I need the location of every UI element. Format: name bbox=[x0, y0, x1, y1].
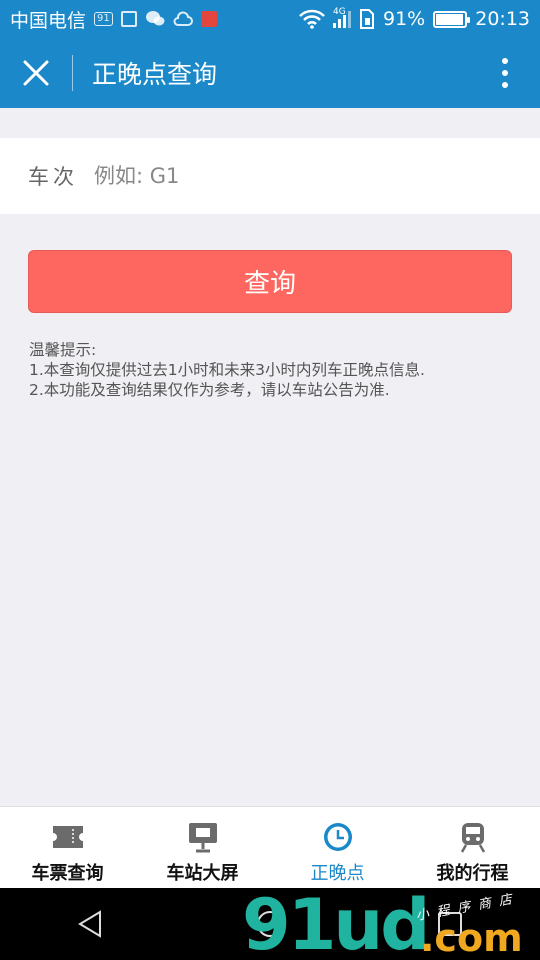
wifi-icon bbox=[299, 9, 325, 29]
query-button[interactable]: 查询 bbox=[28, 250, 512, 313]
tab-label: 车站大屏 bbox=[166, 863, 239, 884]
train-number-input[interactable] bbox=[94, 164, 540, 188]
train-icon bbox=[460, 823, 485, 853]
tab-station-screen[interactable]: 车站大屏 bbox=[135, 807, 270, 888]
back-button[interactable] bbox=[60, 894, 120, 954]
recents-button[interactable] bbox=[420, 894, 480, 954]
tab-on-time[interactable]: 正晚点 bbox=[270, 807, 405, 888]
cloud-icon bbox=[173, 11, 193, 26]
battery-percent: 91% bbox=[383, 8, 426, 30]
back-triangle-icon bbox=[78, 910, 101, 938]
ticket-icon bbox=[52, 826, 83, 848]
network-type: 4G bbox=[333, 7, 346, 17]
tab-label: 车票查询 bbox=[31, 863, 104, 884]
wechat-icon bbox=[145, 11, 165, 26]
tips-line: 1.本查询仅提供过去1小时和未来3小时内列车正晚点信息. bbox=[29, 361, 425, 379]
more-button[interactable] bbox=[470, 38, 540, 108]
monitor-icon bbox=[188, 823, 217, 853]
train-number-label: 车次 bbox=[28, 165, 78, 189]
more-vertical-icon bbox=[502, 58, 508, 88]
tab-my-trips[interactable]: 我的行程 bbox=[405, 807, 540, 888]
battery-icon bbox=[433, 10, 471, 28]
status-bar: 中国电信 91 4G 91% 20:13 bbox=[0, 0, 540, 38]
tab-label: 正晚点 bbox=[310, 863, 365, 884]
tips-line: 2.本功能及查询结果仅作为参考，请以车站公告为准. bbox=[29, 381, 390, 399]
train-number-row: 车次 bbox=[0, 138, 540, 214]
app-notification-icon bbox=[200, 11, 217, 27]
tab-label: 我的行程 bbox=[436, 863, 509, 884]
header-divider bbox=[72, 55, 73, 91]
close-icon bbox=[23, 60, 49, 86]
page-title: 正晚点查询 bbox=[92, 60, 218, 89]
image-icon bbox=[120, 11, 137, 27]
system-nav-bar bbox=[0, 888, 540, 960]
bottom-tab-bar: 车票查询 车站大屏 正晚点 我的行程 bbox=[0, 806, 540, 888]
clock-time: 20:13 bbox=[475, 8, 530, 30]
tips-title: 温馨提示: bbox=[29, 341, 97, 359]
home-button[interactable] bbox=[240, 894, 300, 954]
tips-section: 温馨提示: 1.本查询仅提供过去1小时和未来3小时内列车正晚点信息. 2.本功能… bbox=[29, 340, 425, 400]
tab-ticket-query[interactable]: 车票查询 bbox=[0, 807, 135, 888]
carrier-name: 中国电信 bbox=[10, 9, 87, 32]
recents-square-icon bbox=[438, 912, 462, 936]
clock-icon bbox=[323, 823, 352, 851]
close-button[interactable] bbox=[0, 38, 72, 108]
home-circle-icon bbox=[257, 911, 283, 937]
app-header: 正晚点查询 bbox=[0, 38, 540, 108]
sim-icon bbox=[360, 9, 374, 29]
notification-badge: 91 bbox=[94, 12, 113, 26]
